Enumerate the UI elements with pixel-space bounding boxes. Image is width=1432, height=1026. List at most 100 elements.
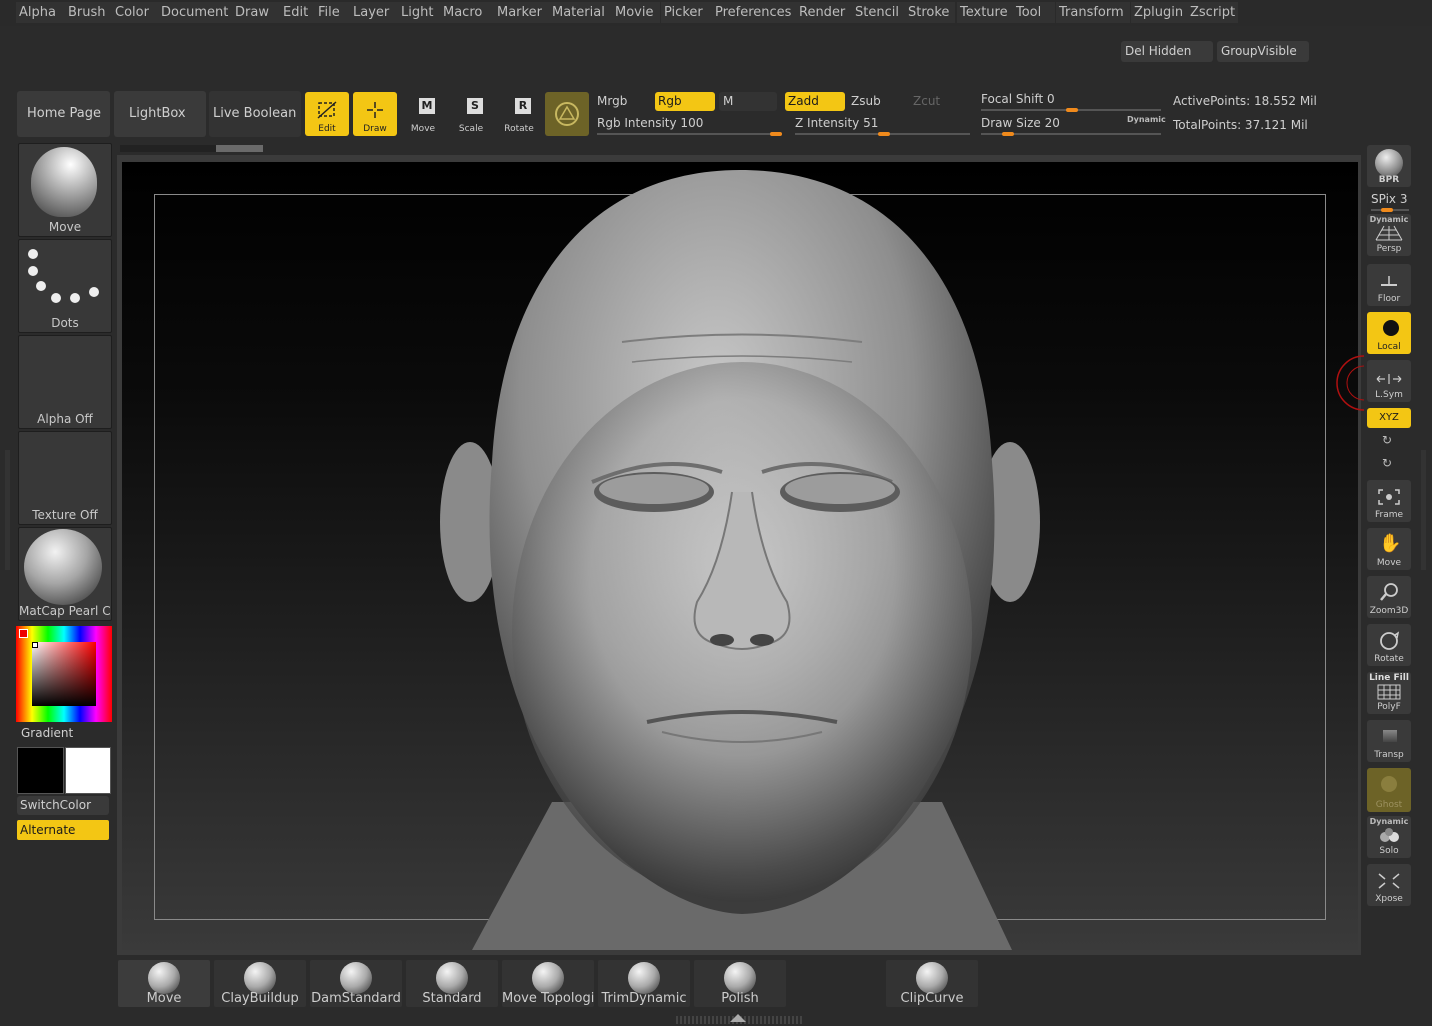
bpr-sphere-icon — [1375, 149, 1403, 177]
local-button[interactable]: Local — [1367, 312, 1411, 354]
scale-mode-button[interactable]: S Scale — [449, 92, 493, 136]
rgb-intensity-knob[interactable] — [770, 132, 782, 136]
menu-transform[interactable]: Transform — [1056, 2, 1130, 23]
menu-preferences[interactable]: Preferences — [712, 2, 798, 23]
menu-light[interactable]: Light — [398, 2, 440, 23]
menu-picker[interactable]: Picker — [661, 2, 713, 23]
del-hidden-button[interactable]: Del Hidden — [1121, 41, 1213, 62]
menu-render[interactable]: Render — [796, 2, 852, 23]
zcut-button[interactable]: Zcut — [913, 94, 940, 108]
focal-shift-knob[interactable] — [1066, 108, 1078, 112]
draw-size-knob[interactable] — [1002, 132, 1014, 136]
live-boolean-button[interactable]: Live Boolean — [209, 91, 301, 137]
material-selector[interactable]: MatCap Pearl Ca — [18, 527, 112, 621]
bpr-button[interactable]: BPR — [1367, 145, 1411, 187]
brush-trimdynamic[interactable]: TrimDynamic — [598, 960, 690, 1007]
mrgb-button[interactable]: Mrgb — [597, 94, 627, 108]
alternate-button[interactable]: Alternate — [17, 820, 109, 840]
polyframe-grid-icon — [1377, 684, 1401, 700]
brush-move-topologica[interactable]: Move Topologica — [502, 960, 594, 1007]
m-button[interactable]: M — [719, 92, 777, 111]
menu-edit[interactable]: Edit — [280, 2, 316, 23]
gizmo-ring-icon[interactable] — [1328, 355, 1364, 411]
menu-material[interactable]: Material — [549, 2, 612, 23]
gradient-label[interactable]: Gradient — [21, 726, 73, 740]
brush-label: ClipCurve — [900, 991, 964, 1006]
switch-color-button[interactable]: SwitchColor — [17, 796, 109, 815]
solo-button[interactable]: Dynamic Solo — [1367, 816, 1411, 858]
sculptris-pro-button[interactable] — [545, 92, 589, 136]
damstandard-brush-icon — [340, 962, 372, 994]
xyz-symmetry-button[interactable]: XYZ — [1367, 408, 1411, 428]
secondary-color-swatch[interactable] — [65, 747, 111, 794]
menu-color[interactable]: Color — [112, 2, 158, 23]
menu-document[interactable]: Document — [158, 2, 232, 23]
left-tray-handle[interactable] — [5, 450, 10, 570]
menu-texture[interactable]: Texture — [957, 2, 1013, 23]
lsym-button[interactable]: L.Sym — [1367, 360, 1411, 402]
frame-button[interactable]: Frame — [1367, 480, 1411, 522]
menu-stroke[interactable]: Stroke — [905, 2, 955, 23]
lsym-arrows-icon — [1376, 374, 1402, 384]
menu-layer[interactable]: Layer — [350, 2, 398, 23]
sculpt-head-model — [440, 170, 1040, 950]
rotate-y-icon[interactable]: ↻ — [1382, 433, 1392, 447]
move-view-button[interactable]: ✋ Move — [1367, 528, 1411, 570]
transp-button[interactable]: Transp — [1367, 720, 1411, 762]
zoom3d-button[interactable]: Zoom3D — [1367, 576, 1411, 618]
canvas-viewport[interactable] — [122, 162, 1358, 950]
menu-brush[interactable]: Brush — [65, 2, 114, 23]
menu-zplugin[interactable]: Zplugin — [1131, 2, 1187, 23]
right-tray-handle[interactable] — [1421, 450, 1426, 570]
rotate-mode-button[interactable]: R Rotate — [497, 92, 541, 136]
floor-button[interactable]: Floor — [1367, 264, 1411, 306]
move-view-label: Move — [1376, 558, 1402, 568]
brush-damstandard[interactable]: DamStandard — [310, 960, 402, 1007]
brush-move[interactable]: Move — [118, 960, 210, 1007]
menu-alpha[interactable]: Alpha — [16, 2, 67, 23]
home-page-button[interactable]: Home Page — [17, 91, 110, 137]
color-picker-square[interactable] — [32, 642, 96, 706]
rgb-button[interactable]: Rgb — [655, 92, 715, 111]
alpha-selector[interactable]: Alpha Off — [18, 335, 112, 429]
menu-stencil[interactable]: Stencil — [852, 2, 905, 23]
primary-color-swatch[interactable] — [17, 747, 64, 794]
lightbox-button[interactable]: LightBox — [114, 91, 206, 137]
brush-selector[interactable]: Move — [18, 143, 112, 237]
local-icon — [1383, 320, 1399, 336]
menu-macro[interactable]: Macro — [440, 2, 494, 23]
xpose-button[interactable]: Xpose — [1367, 864, 1411, 906]
brush-clipcurve[interactable]: ClipCurve — [886, 960, 978, 1007]
ghost-button[interactable]: Ghost — [1367, 768, 1411, 812]
brush-polish[interactable]: Polish — [694, 960, 786, 1007]
brush-claybuildup[interactable]: ClayBuildup — [214, 960, 306, 1007]
brush-standard[interactable]: Standard — [406, 960, 498, 1007]
scale-s-icon: S — [467, 98, 483, 114]
menu-file[interactable]: File — [315, 2, 351, 23]
menu-marker[interactable]: Marker — [494, 2, 549, 23]
expand-up-icon[interactable] — [730, 1014, 746, 1022]
total-points-readout: TotalPoints: 37.121 Mil — [1173, 118, 1308, 132]
menu-draw[interactable]: Draw — [232, 2, 280, 23]
move-mode-button[interactable]: M Move — [401, 92, 445, 136]
menu-tool[interactable]: Tool — [1013, 2, 1055, 23]
edit-button[interactable]: Edit — [305, 92, 349, 136]
zsub-button[interactable]: Zsub — [851, 94, 881, 108]
dynamic-size-toggle[interactable]: Dynamic — [1127, 115, 1166, 124]
group-visible-button[interactable]: GroupVisible — [1217, 41, 1309, 62]
color-picker[interactable] — [16, 626, 112, 722]
stroke-selector[interactable]: Dots — [18, 239, 112, 333]
rotate-z-icon[interactable]: ↻ — [1382, 456, 1392, 470]
rgb-intensity-slider[interactable] — [597, 133, 782, 135]
draw-button[interactable]: Draw — [353, 92, 397, 136]
texture-selector[interactable]: Texture Off — [18, 431, 112, 525]
persp-button[interactable]: Dynamic Persp — [1367, 214, 1411, 256]
zadd-button[interactable]: Zadd — [785, 92, 845, 111]
floor-icon — [1381, 276, 1397, 286]
polyf-button[interactable]: Line Fill PolyF — [1367, 672, 1411, 714]
z-intensity-knob[interactable] — [878, 132, 891, 136]
menu-zscript[interactable]: Zscript — [1187, 2, 1238, 23]
menu-movie[interactable]: Movie — [612, 2, 660, 23]
rotate-view-button[interactable]: Rotate — [1367, 624, 1411, 666]
spix-knob[interactable] — [1381, 208, 1393, 212]
